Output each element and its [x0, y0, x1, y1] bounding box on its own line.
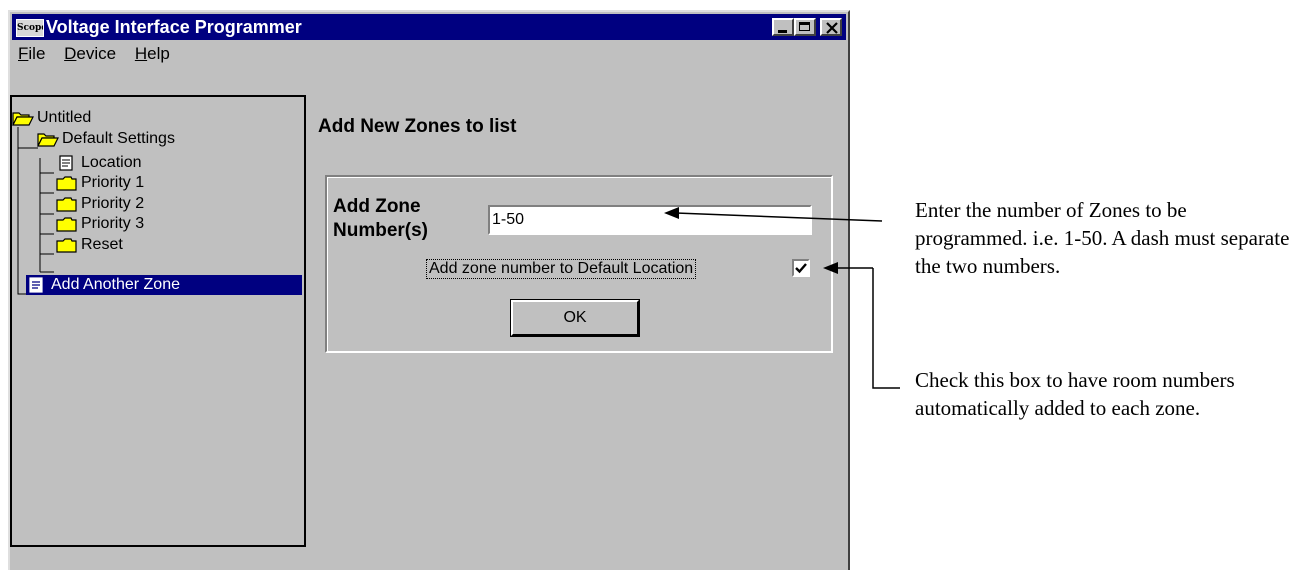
annotation-arrows: [664, 207, 900, 389]
annotation-zones-note: Enter the number of Zones to be programm…: [915, 198, 1290, 278]
annotation-checkbox-note: Check this box to have room numbers auto…: [915, 368, 1235, 420]
arrowhead-zones: [664, 207, 679, 219]
arrowhead-checkbox: [823, 262, 838, 274]
